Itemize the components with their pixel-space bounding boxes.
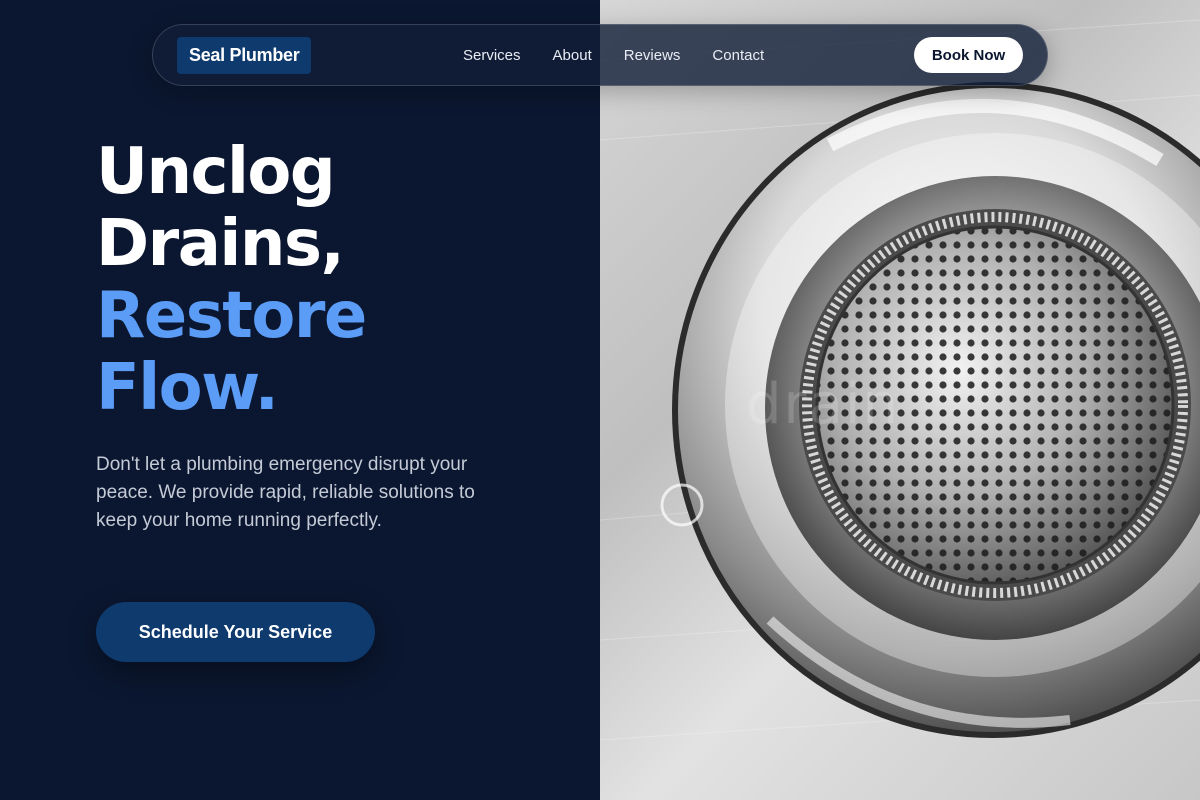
hero-description: Don't let a plumbing emergency disrupt y… <box>96 454 475 531</box>
nav-link-about[interactable]: About <box>553 47 592 64</box>
navbar: Seal Plumber Services About Reviews Cont… <box>152 24 1048 86</box>
headline-line-3: Restore <box>96 279 367 353</box>
nav-links: Services About Reviews Contact <box>463 25 796 85</box>
headline-line-4: Flow. <box>96 351 279 425</box>
headline-line-1: Unclog <box>96 135 336 209</box>
headline-line-2: Drains, <box>96 207 345 281</box>
schedule-service-button[interactable]: Schedule Your Service <box>96 602 375 662</box>
drain-illustration <box>600 19 1200 741</box>
brand-logo[interactable]: Seal Plumber <box>177 37 312 74</box>
drain-photo: drain <box>600 0 1200 800</box>
hero-headline: Unclog Drains, Restore Flow. <box>96 135 367 425</box>
book-now-button[interactable]: Book Now <box>914 37 1023 73</box>
nav-link-reviews[interactable]: Reviews <box>624 47 681 64</box>
nav-link-services[interactable]: Services <box>463 47 521 64</box>
nav-link-contact[interactable]: Contact <box>712 47 764 64</box>
